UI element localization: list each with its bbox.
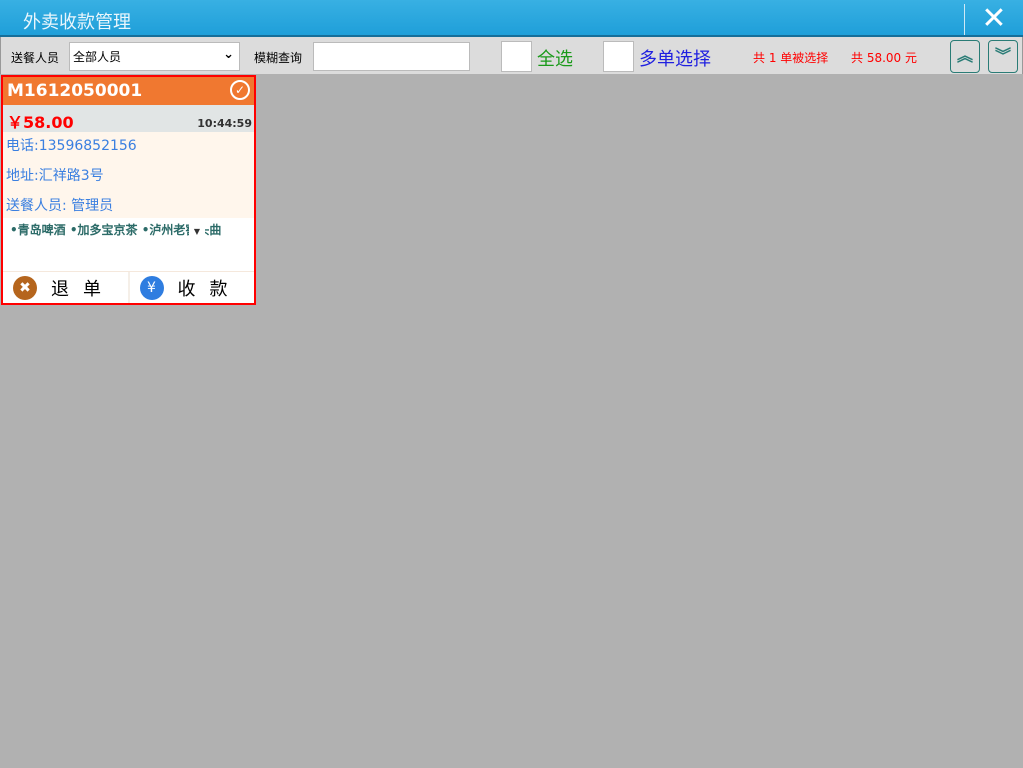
order-items: •青岛啤酒 •加多宝京茶 •泸州老窖头曲 — [10, 223, 222, 237]
scroll-down-button[interactable]: ︾ — [988, 40, 1018, 73]
multi-select-checkbox[interactable] — [603, 41, 634, 72]
order-card[interactable]: M1612050001 ✓ ￥58.00 10:44:59 电话:135968521… — [1, 75, 256, 305]
courier-dropdown-button[interactable]: ▼ — [189, 221, 205, 243]
order-courier: 送餐人员: 管理员 — [6, 198, 114, 214]
cancel-icon: ✖ — [13, 275, 37, 300]
refund-label: 退单 — [51, 278, 115, 300]
refund-button[interactable]: ✖ 退单 — [3, 272, 128, 303]
order-amount: ￥58.00 — [7, 113, 74, 132]
multi-select-label[interactable]: 多单选择 — [639, 45, 711, 71]
order-time: 10:44:59 — [197, 117, 252, 130]
scroll-up-button[interactable]: ︽ — [950, 40, 980, 73]
courier-select[interactable]: 全部人员 ⌄ — [69, 42, 240, 71]
order-info: 电话:13596852156 地址:汇祥路3号 送餐人员: 管理员 ▼ — [3, 132, 254, 243]
window-title: 外卖收款管理 — [23, 12, 131, 33]
title-bar: 外卖收款管理 ✕ — [0, 0, 1023, 37]
chevron-down-icon: ⌄ — [223, 47, 234, 62]
divider — [964, 4, 965, 35]
close-button[interactable]: ✕ — [978, 4, 1010, 34]
select-all-checkbox[interactable] — [501, 41, 532, 72]
check-circle-icon[interactable]: ✓ — [230, 80, 250, 100]
yen-icon: ¥ — [139, 275, 164, 300]
order-id: M1612050001 — [7, 81, 143, 101]
price-row: ￥58.00 10:44:59 — [3, 105, 254, 132]
collect-button[interactable]: ¥ 收款 — [127, 272, 255, 303]
toolbar: 送餐人员 全部人员 ⌄ 模糊查询 全选 多单选择 共 1 单被选择 共 58.00… — [0, 37, 1023, 74]
collect-label: 收款 — [177, 278, 242, 300]
order-phone: 电话:13596852156 — [6, 138, 137, 154]
courier-label: 送餐人员 — [11, 51, 60, 65]
select-all-label[interactable]: 全选 — [537, 45, 573, 71]
search-label: 模糊查询 — [254, 51, 303, 65]
order-header: M1612050001 ✓ — [3, 77, 254, 105]
courier-value: 全部人员 — [73, 50, 122, 64]
selected-total: 共 58.00 元 — [851, 51, 917, 65]
selected-count: 共 1 单被选择 — [753, 51, 829, 65]
order-address: 地址:汇祥路3号 — [6, 168, 104, 184]
search-input[interactable] — [313, 42, 470, 71]
